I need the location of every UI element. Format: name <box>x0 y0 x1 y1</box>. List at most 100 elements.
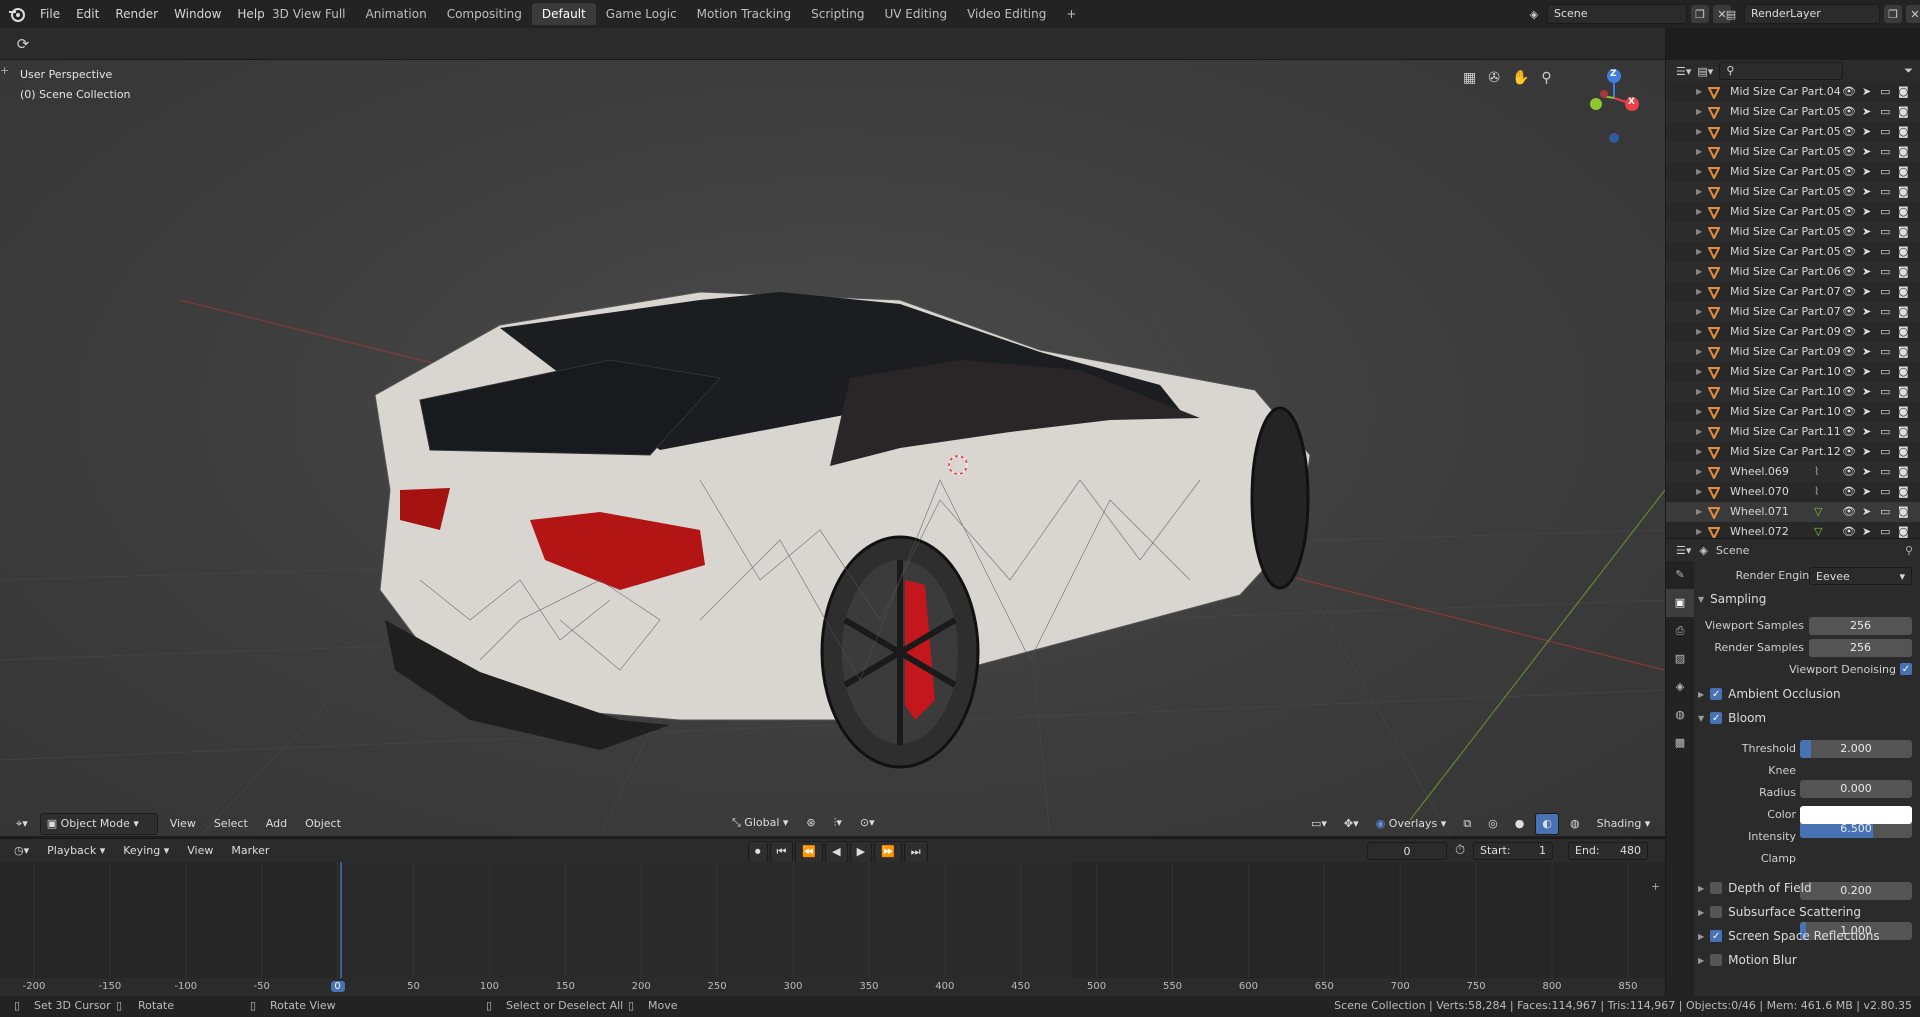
menu-marker[interactable]: Marker <box>225 841 275 861</box>
expand-arrow-icon[interactable]: ▶ <box>1696 302 1702 322</box>
outliner-row[interactable]: ▶ Mid Size Car Part.05 👁 ➤ ▭ ◙ <box>1666 162 1920 182</box>
outliner-editor-icon[interactable]: ☰▾ <box>1676 65 1691 78</box>
selectable-arrow-icon[interactable]: ➤ <box>1862 142 1871 162</box>
menu-add[interactable]: Add <box>260 814 293 834</box>
menu-timeline-view[interactable]: View <box>181 841 219 861</box>
viewport-monitor-icon[interactable]: ▭ <box>1880 222 1890 242</box>
selectable-arrow-icon[interactable]: ➤ <box>1862 422 1871 442</box>
solid-shading-icon[interactable]: ● <box>1509 814 1531 834</box>
view-layer-icon[interactable]: ▤ <box>1722 5 1740 23</box>
visibility-eye-icon[interactable]: 👁 <box>1842 162 1856 182</box>
viewport-monitor-icon[interactable]: ▭ <box>1880 302 1890 322</box>
panel-header[interactable]: ▶ Subsurface Scattering <box>1698 900 1918 924</box>
expand-arrow-icon[interactable]: ▶ <box>1696 402 1702 422</box>
viewport-monitor-icon[interactable]: ▭ <box>1880 82 1890 102</box>
outliner-row[interactable]: ▶ Mid Size Car Part.10 👁 ➤ ▭ ◙ <box>1666 382 1920 402</box>
render-camera-icon[interactable]: ◙ <box>1898 262 1909 282</box>
expand-arrow-icon[interactable]: ▶ <box>1696 202 1702 222</box>
selectable-arrow-icon[interactable]: ➤ <box>1862 442 1871 462</box>
toolbar-expand-icon[interactable]: + <box>0 64 9 77</box>
visibility-eye-icon[interactable]: 👁 <box>1842 182 1856 202</box>
selectable-arrow-icon[interactable]: ➤ <box>1862 322 1871 342</box>
threshold-slider[interactable]: 2.000 <box>1800 740 1912 758</box>
selectable-arrow-icon[interactable]: ➤ <box>1862 482 1871 502</box>
render-camera-icon[interactable]: ◙ <box>1898 82 1909 102</box>
jump-keyframe-forward-icon[interactable]: ⏩ <box>874 841 902 863</box>
scene-icon[interactable]: ◈ <box>1525 5 1543 23</box>
expand-arrow-icon[interactable]: ▶ <box>1696 422 1702 442</box>
world-tab-icon[interactable]: ◍ <box>1666 701 1694 729</box>
visibility-eye-icon[interactable]: 👁 <box>1842 262 1856 282</box>
bloom-checkbox[interactable]: ✓ <box>1710 712 1723 724</box>
render-camera-icon[interactable]: ◙ <box>1898 282 1909 302</box>
selectable-arrow-icon[interactable]: ➤ <box>1862 342 1871 362</box>
render-camera-icon[interactable]: ◙ <box>1898 302 1909 322</box>
sampling-panel-header[interactable]: ▼ Sampling <box>1698 592 1766 606</box>
expand-arrow-icon[interactable]: ▶ <box>1696 182 1702 202</box>
visibility-eye-icon[interactable]: 👁 <box>1842 82 1856 102</box>
current-frame-field[interactable]: 0 <box>1367 842 1447 860</box>
tab-default[interactable]: Default <box>531 3 596 25</box>
outliner-row[interactable]: ▶ Mid Size Car Part.09 👁 ➤ ▭ ◙ <box>1666 322 1920 342</box>
render-camera-icon[interactable]: ◙ <box>1898 122 1909 142</box>
render-camera-icon[interactable]: ◙ <box>1898 182 1909 202</box>
jump-end-icon[interactable]: ⏭ <box>903 841 928 863</box>
visibility-eye-icon[interactable]: 👁 <box>1842 222 1856 242</box>
viewport-monitor-icon[interactable]: ▭ <box>1880 202 1890 222</box>
selectable-arrow-icon[interactable]: ➤ <box>1862 502 1871 522</box>
expand-arrow-icon[interactable]: ▶ <box>1696 262 1702 282</box>
pivot-point-icon[interactable]: ⊛ <box>800 813 821 833</box>
visibility-eye-icon[interactable]: 👁 <box>1842 242 1856 262</box>
viewport-monitor-icon[interactable]: ▭ <box>1880 262 1890 282</box>
selectable-arrow-icon[interactable]: ➤ <box>1862 222 1871 242</box>
render-camera-icon[interactable]: ◙ <box>1898 442 1909 462</box>
timeline-area[interactable]: + <box>0 862 1665 986</box>
camera-view-icon[interactable]: ✇ <box>1488 70 1500 86</box>
render-samples-field[interactable]: 256 <box>1809 639 1912 657</box>
viewport-monitor-icon[interactable]: ▭ <box>1880 442 1890 462</box>
viewport-monitor-icon[interactable]: ▭ <box>1880 242 1890 262</box>
tab-animation[interactable]: Animation <box>356 3 437 25</box>
selectable-arrow-icon[interactable]: ➤ <box>1862 202 1871 222</box>
panel-enable-checkbox[interactable] <box>1710 906 1723 918</box>
editor-type-icon[interactable]: ⌖▾ <box>10 814 34 834</box>
panel-enable-checkbox[interactable] <box>1710 882 1723 894</box>
grid-view-icon[interactable]: ▦ <box>1463 70 1476 86</box>
viewport-monitor-icon[interactable]: ▭ <box>1880 102 1890 122</box>
selectable-arrow-icon[interactable]: ➤ <box>1862 162 1871 182</box>
filter-icon[interactable]: ⏷ <box>1904 64 1913 78</box>
visibility-eye-icon[interactable]: 👁 <box>1842 382 1856 402</box>
transform-tool-icon[interactable]: ⟳ <box>12 33 34 55</box>
tab-compositing[interactable]: Compositing <box>437 3 532 25</box>
panel-header[interactable]: ▶ ✓ Screen Space Reflections <box>1698 924 1918 948</box>
visibility-eye-icon[interactable]: 👁 <box>1842 142 1856 162</box>
expand-arrow-icon[interactable]: ▶ <box>1696 282 1702 302</box>
texture-tab-icon[interactable]: ▩ <box>1666 729 1694 757</box>
visibility-eye-icon[interactable]: 👁 <box>1842 202 1856 222</box>
outliner-row[interactable]: ▶ Mid Size Car Part.12 👁 ➤ ▭ ◙ <box>1666 442 1920 462</box>
ambient-occlusion-checkbox[interactable]: ✓ <box>1710 688 1723 700</box>
preview-range-icon[interactable]: ⏱ <box>1455 843 1465 858</box>
viewport-monitor-icon[interactable]: ▭ <box>1880 162 1890 182</box>
outliner-row[interactable]: ▶ Mid Size Car Part.11 👁 ➤ ▭ ◙ <box>1666 422 1920 442</box>
shading-dropdown[interactable]: Shading ▾ <box>1591 814 1657 834</box>
add-workspace-button[interactable]: + <box>1056 3 1086 25</box>
zoom-icon[interactable]: ⚲ <box>1541 70 1551 86</box>
tab-uv-editing[interactable]: UV Editing <box>875 3 958 25</box>
selectable-arrow-icon[interactable]: ➤ <box>1862 82 1871 102</box>
panel-header[interactable]: ▶ Depth of Field <box>1698 876 1918 900</box>
scene-tab-icon[interactable]: ◈ <box>1666 673 1694 701</box>
output-tab-icon[interactable]: ⎙ <box>1666 617 1694 645</box>
menu-file[interactable]: File <box>32 0 68 28</box>
visibility-eye-icon[interactable]: 👁 <box>1842 122 1856 142</box>
outliner-search-input[interactable]: ⚲ <box>1719 62 1844 80</box>
selectable-arrow-icon[interactable]: ➤ <box>1862 122 1871 142</box>
expand-arrow-icon[interactable]: ▶ <box>1696 462 1702 482</box>
panel-enable-checkbox[interactable]: ✓ <box>1710 930 1723 942</box>
visibility-eye-icon[interactable]: 👁 <box>1842 342 1856 362</box>
knee-slider[interactable]: 0.000 <box>1800 780 1912 798</box>
menu-playback[interactable]: Playback ▾ <box>41 841 111 861</box>
viewport-monitor-icon[interactable]: ▭ <box>1880 402 1890 422</box>
expand-arrow-icon[interactable]: ▶ <box>1696 362 1702 382</box>
view-layer-field[interactable]: RenderLayer <box>1744 4 1880 24</box>
